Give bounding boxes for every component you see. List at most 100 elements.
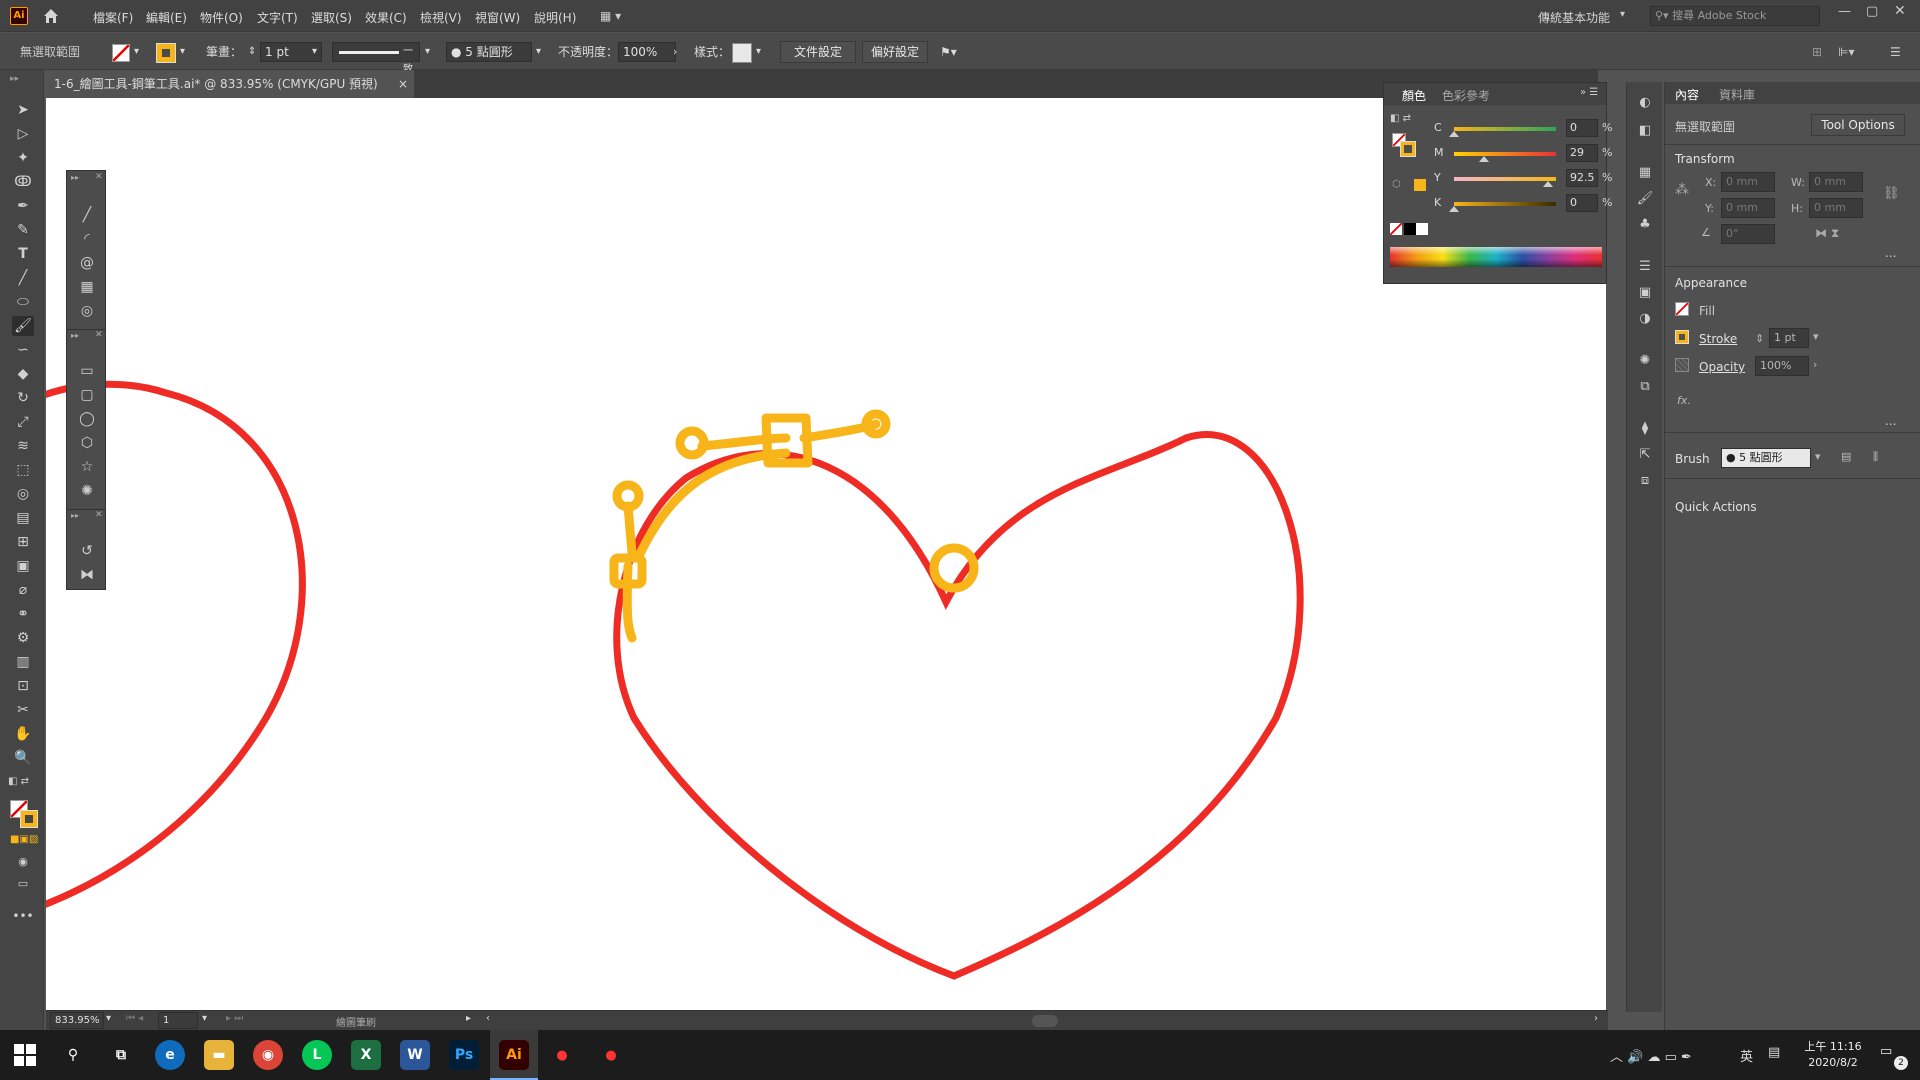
y-input[interactable]: 0 mm: [1721, 198, 1775, 218]
line-tool-icon[interactable]: ╱: [12, 268, 34, 288]
record-icon[interactable]: ⏺: [547, 1040, 577, 1070]
mesh-tool-icon[interactable]: ⊞: [12, 532, 34, 552]
clock-time[interactable]: 上午 11:16: [1800, 1038, 1866, 1054]
artboard-canvas[interactable]: [46, 98, 1606, 1010]
chevron-down-icon[interactable]: ▾: [425, 42, 430, 62]
ime-indicator[interactable]: 英: [1740, 1046, 1753, 1065]
menu-file[interactable]: 檔案(F): [93, 9, 133, 26]
edge-icon[interactable]: e: [155, 1040, 185, 1070]
stroke-color-box[interactable]: [20, 810, 38, 828]
white-swatch[interactable]: [1416, 223, 1428, 235]
artboards-icon[interactable]: ⧈: [1636, 472, 1654, 490]
draw-mode-icon[interactable]: ◉: [12, 852, 34, 872]
word-icon[interactable]: W: [400, 1040, 430, 1070]
more-options-icon[interactable]: ...: [1885, 414, 1896, 428]
tab-color[interactable]: 顏色: [1402, 87, 1426, 104]
brush-options-icon[interactable]: ▤: [1841, 450, 1851, 463]
export-icon[interactable]: ⇱: [1636, 446, 1654, 464]
panel-menu-icon[interactable]: ☰: [1890, 42, 1901, 62]
close-tab-button[interactable]: ×: [398, 70, 408, 98]
menu-object[interactable]: 物件(O): [200, 9, 243, 26]
blob-brush-tool-icon[interactable]: ∽: [12, 340, 34, 360]
yellow-slider[interactable]: Y 92.5 %: [1434, 169, 1612, 191]
scale-tool-icon[interactable]: ⤢: [12, 412, 34, 432]
maximize-button[interactable]: ▢: [1866, 4, 1878, 19]
constrain-proportions-icon[interactable]: ⛓: [1883, 186, 1900, 201]
reference-point-icon[interactable]: ⁂: [1675, 182, 1689, 198]
panel-menu-icon[interactable]: » ☰: [1580, 87, 1598, 98]
magenta-slider[interactable]: M 29 %: [1434, 144, 1612, 166]
brushes-icon[interactable]: 🖌: [1636, 190, 1654, 208]
panel-grip-icon[interactable]: ▸▸: [71, 331, 79, 340]
chevron-right-icon[interactable]: ›: [673, 42, 677, 62]
collapse-icon[interactable]: ▸▸: [10, 74, 19, 84]
zoom-level-input[interactable]: 833.95%: [50, 1012, 104, 1029]
curvature-tool-icon[interactable]: ✎: [12, 220, 34, 240]
artboard-number-input[interactable]: 1: [158, 1012, 198, 1029]
excel-icon[interactable]: X: [351, 1040, 381, 1070]
menu-effect[interactable]: 效果(C): [365, 9, 407, 26]
rotate-tool-icon[interactable]: ↻: [12, 388, 34, 408]
height-input[interactable]: 0 mm: [1809, 198, 1863, 218]
column-graph-tool-icon[interactable]: ▥: [12, 652, 34, 672]
brush-definition[interactable]: ● 5 點圓形: [446, 42, 532, 62]
file-explorer-icon[interactable]: ▬: [204, 1040, 234, 1070]
close-icon[interactable]: ✕: [95, 510, 103, 520]
selection-tool-icon[interactable]: ➤: [12, 100, 34, 120]
slice-tool-icon[interactable]: ✂: [12, 700, 34, 720]
arrange-icon[interactable]: ⊞: [1812, 42, 1822, 62]
eyedropper-tool-icon[interactable]: ⌀: [12, 580, 34, 600]
fx-icon[interactable]: fx.: [1677, 394, 1691, 407]
color-mode-icons[interactable]: ■▣▨: [10, 834, 38, 845]
graphic-style-swatch[interactable]: [732, 43, 752, 63]
eraser-tool-icon[interactable]: ◆: [12, 364, 34, 384]
default-colors-icon[interactable]: ◧ ⇄: [8, 776, 29, 787]
rounded-rectangle-tool-icon[interactable]: ▢: [75, 385, 99, 405]
align-options-icon[interactable]: ⚑▾: [940, 42, 957, 62]
windows-start-icon[interactable]: [14, 1044, 36, 1066]
line-segment-tool-icon[interactable]: ╱: [75, 205, 99, 225]
chevron-down-icon[interactable]: ▾: [106, 1013, 111, 1024]
status-menu-icon[interactable]: ▸: [466, 1013, 471, 1024]
minimize-button[interactable]: —: [1838, 4, 1851, 19]
fill-swatch[interactable]: [112, 44, 130, 62]
close-window-button[interactable]: ✕: [1894, 3, 1906, 19]
transparency-icon[interactable]: ◑: [1636, 310, 1654, 328]
brush-select[interactable]: ● 5 點圓形: [1721, 448, 1811, 468]
polar-grid-tool-icon[interactable]: ◎: [75, 301, 99, 321]
appearance-stroke-swatch[interactable]: [1675, 330, 1689, 344]
ellipse-tool-icon[interactable]: ⬭: [12, 292, 34, 312]
notification-icon[interactable]: ▭: [1880, 1044, 1892, 1059]
appearance-icon[interactable]: ✺: [1636, 352, 1654, 370]
direct-selection-tool-icon[interactable]: ▷: [12, 124, 34, 144]
rotation-input[interactable]: 0°: [1721, 224, 1775, 244]
chevron-down-icon[interactable]: ▾: [756, 42, 761, 62]
more-tools-icon[interactable]: •••: [12, 906, 34, 926]
rotate-tool-icon[interactable]: ↺: [75, 541, 99, 561]
out-of-gamut-icon[interactable]: ⬡: [1392, 179, 1401, 190]
system-tray-icons[interactable]: ︿ 🔊 ☁ ▭ ✒: [1610, 1046, 1692, 1065]
x-input[interactable]: 0 mm: [1721, 172, 1775, 192]
tool-options-button[interactable]: Tool Options: [1811, 114, 1905, 136]
chevron-down-icon[interactable]: ▾: [1815, 450, 1821, 463]
magic-wand-tool-icon[interactable]: ✦: [12, 148, 34, 168]
document-tab[interactable]: 1-6_繪圖工具-鋼筆工具.ai* @ 833.95% (CMYK/GPU 預視…: [44, 70, 414, 98]
record-icon[interactable]: ⏺: [596, 1040, 626, 1070]
keyboard-icon[interactable]: ▤: [1768, 1045, 1780, 1060]
paintbrush-tool-icon[interactable]: 🖌: [12, 316, 34, 336]
chevron-down-icon[interactable]: ▾: [180, 42, 185, 62]
appearance-stroke-weight[interactable]: 1 pt: [1769, 328, 1809, 348]
warp-tool-icon[interactable]: ≋: [12, 436, 34, 456]
stroke-icon[interactable]: ☰: [1636, 258, 1654, 276]
cyan-value-input[interactable]: 0: [1566, 119, 1598, 137]
none-swatch[interactable]: [1390, 223, 1402, 235]
menu-help[interactable]: 說明(H): [534, 9, 576, 26]
chevron-down-icon[interactable]: ▾: [202, 1013, 207, 1024]
color-guide-icon[interactable]: ◧: [1636, 122, 1654, 140]
clock-date[interactable]: 2020/8/2: [1800, 1056, 1866, 1069]
screen-mode-icon[interactable]: ▭: [12, 874, 34, 894]
opacity-link[interactable]: Opacity: [1699, 360, 1745, 374]
black-slider[interactable]: K 0 %: [1434, 194, 1612, 216]
magenta-value-input[interactable]: 29: [1566, 144, 1598, 162]
pen-tool-icon[interactable]: ✒: [12, 196, 34, 216]
